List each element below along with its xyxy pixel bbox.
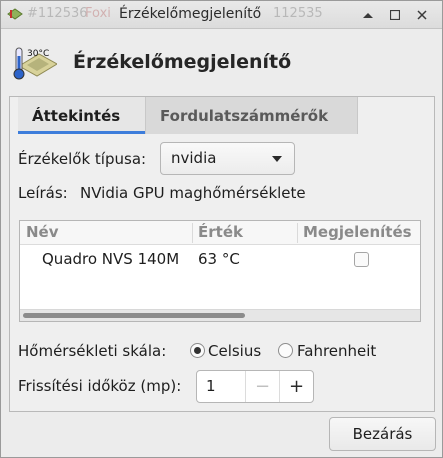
maximize-icon	[390, 10, 400, 20]
background-window-text: #112536	[27, 6, 88, 21]
column-header-name[interactable]: Név	[26, 223, 59, 241]
column-header-show[interactable]: Megjelenítés	[303, 223, 412, 241]
close-icon	[417, 10, 427, 20]
fahrenheit-label[interactable]: Fahrenheit	[297, 342, 376, 360]
minimize-button[interactable]	[358, 5, 378, 25]
close-button-label: Bezárás	[352, 425, 413, 443]
chevron-up-icon	[363, 12, 373, 18]
page-title: Érzékelőmegjelenítő	[73, 51, 292, 73]
tab-notebook: Áttekintés Fordulatszámmérők Érzékelők t…	[9, 96, 435, 412]
increment-button[interactable]: +	[279, 371, 313, 402]
sensor-name-cell: Quadro NVS 140M	[42, 250, 180, 268]
horizontal-scrollbar[interactable]	[20, 309, 420, 321]
column-separator	[297, 223, 298, 243]
column-separator	[192, 223, 193, 243]
header-icon-label: 30°C	[27, 49, 49, 59]
tab-label: Áttekintés	[32, 106, 121, 125]
scrollbar-thumb[interactable]	[23, 313, 245, 318]
tab-tachometers[interactable]: Fordulatszámmérők	[146, 97, 358, 134]
sensor-table[interactable]: Név Érték Megjelenítés Quadro NVS 140M 6…	[19, 220, 421, 322]
decrement-button[interactable]: −	[245, 371, 279, 402]
refresh-interval-label: Frissítési időköz (mp):	[18, 377, 182, 395]
background-window-text: 112535	[273, 6, 323, 21]
window-title: Érzékelőmegjelenítő	[119, 6, 262, 22]
close-window-button[interactable]	[412, 5, 432, 25]
sensor-value-cell: 63 °C	[198, 250, 240, 268]
celsius-label[interactable]: Celsius	[208, 342, 261, 360]
tab-overview[interactable]: Áttekintés	[18, 97, 146, 134]
temperature-scale-label: Hőmérsékleti skála:	[18, 342, 167, 360]
fahrenheit-radio[interactable]	[278, 343, 293, 358]
column-header-value[interactable]: Érték	[198, 223, 243, 241]
close-button[interactable]: Bezárás	[329, 417, 436, 451]
description-value: NVidia GPU maghőmérséklete	[80, 184, 306, 202]
tab-strip: Áttekintés Fordulatszámmérők	[18, 97, 358, 135]
tab-label: Fordulatszámmérők	[160, 106, 329, 125]
background-window-text: Foxi	[85, 6, 111, 21]
show-checkbox[interactable]	[354, 252, 369, 267]
table-row[interactable]: Quadro NVS 140M 63 °C	[20, 247, 420, 273]
refresh-interval-value[interactable]: 1	[206, 377, 216, 395]
dropdown-arrow-icon	[272, 156, 282, 162]
description-label: Leírás:	[18, 184, 68, 202]
title-bar[interactable]: #112536 Foxi 112535 Érzékelőmegjelenítő	[1, 1, 442, 29]
refresh-interval-spinner[interactable]: 1 − +	[196, 370, 314, 403]
thermometer-chip-icon: 30°C	[13, 47, 57, 80]
sensor-type-value: nvidia	[171, 149, 217, 167]
sensor-type-select[interactable]: nvidia	[160, 142, 295, 175]
maximize-button[interactable]	[385, 5, 405, 25]
sensor-viewer-window: #112536 Foxi 112535 Érzékelőmegjelenítő …	[0, 0, 443, 458]
sensor-type-label: Érzékelők típusa:	[18, 150, 147, 168]
temperature-sensor-icon	[7, 8, 23, 20]
celsius-radio[interactable]	[190, 343, 205, 358]
table-header: Név Érték Megjelenítés	[20, 221, 420, 245]
